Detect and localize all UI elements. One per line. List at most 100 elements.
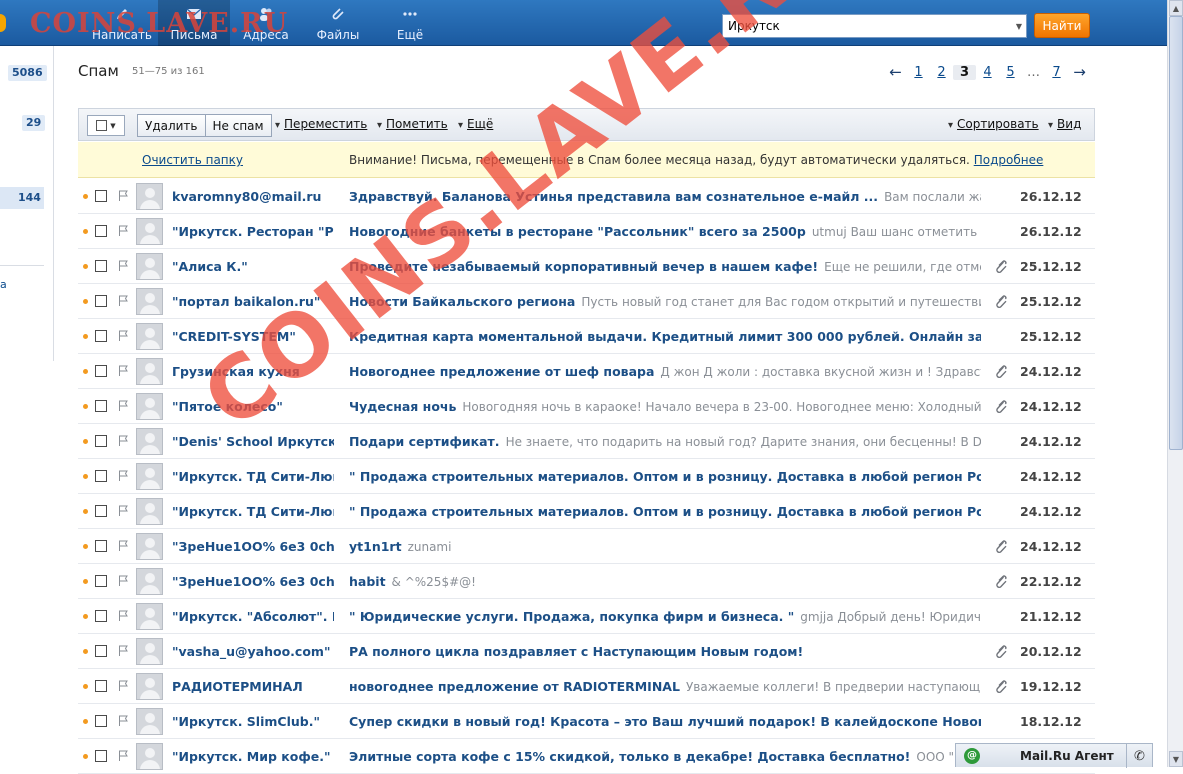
subject-line[interactable]: Новости Байкальского региона Пусть новый … xyxy=(349,294,981,309)
subject-line[interactable]: РА полного цикла поздравляет с Наступающ… xyxy=(349,644,981,659)
message-row[interactable]: "Алиса К." Проведите незабываемый корпора… xyxy=(78,249,1095,284)
pager-prev-icon[interactable]: ← xyxy=(884,63,907,81)
sender[interactable]: "CREDIT-SYSTEM" xyxy=(172,329,334,344)
sender[interactable]: "ЗреНue1OO% 6e3 0chkol" xyxy=(172,574,334,589)
flag-icon[interactable] xyxy=(118,575,129,587)
view-menu[interactable]: Вид xyxy=(1048,117,1081,131)
flag-icon[interactable] xyxy=(118,330,129,342)
scroll-thumb[interactable] xyxy=(1169,16,1183,450)
sender[interactable]: "ЗреНue1OO% 6e3 0chkol" xyxy=(172,539,334,554)
row-checkbox[interactable] xyxy=(95,540,107,552)
subject-line[interactable]: Элитные сорта кофе с 15% скидкой, только… xyxy=(349,749,981,764)
message-row[interactable]: kvaromny80@mail.ru Здравствуй. Баланова У… xyxy=(78,179,1095,214)
row-checkbox[interactable] xyxy=(95,715,107,727)
row-checkbox[interactable] xyxy=(95,400,107,412)
flag-icon[interactable] xyxy=(118,750,129,762)
message-row[interactable]: "Иркутск. Мир кофе." Элитные сорта кофе с… xyxy=(78,739,1095,774)
flag-icon[interactable] xyxy=(118,400,129,412)
flag-icon[interactable] xyxy=(118,435,129,447)
delete-button[interactable]: Удалить xyxy=(137,114,206,137)
row-checkbox[interactable] xyxy=(95,680,107,692)
row-checkbox[interactable] xyxy=(95,225,107,237)
sender[interactable]: "Иркутск. ТД Сити-Люкс." xyxy=(172,504,334,519)
clear-folder-link[interactable]: Очистить папку xyxy=(142,153,243,167)
move-menu[interactable]: Переместить xyxy=(275,117,367,131)
message-row[interactable]: "Иркутск. SlimClub." Супер скидки в новый… xyxy=(78,704,1095,739)
message-row[interactable]: "CREDIT-SYSTEM" Кредитная карта моменталь… xyxy=(78,319,1095,354)
nav-contacts[interactable]: Адреса xyxy=(230,0,302,46)
row-checkbox[interactable] xyxy=(95,505,107,517)
not-spam-button[interactable]: Не спам xyxy=(205,114,272,137)
sender[interactable]: "Denis' School Иркутск" xyxy=(172,434,334,449)
sender[interactable]: "vasha_u@yahoo.com" xyxy=(172,644,334,659)
message-row[interactable]: "Иркутск. ТД Сити-Люкс." " Продажа строит… xyxy=(78,494,1095,529)
message-row[interactable]: "ЗреНue1OO% 6e3 0chkol" habit & ^%25$#@! 22… xyxy=(78,564,1095,599)
subject-line[interactable]: Новогодние банкеты в ресторане "Рассольн… xyxy=(349,224,981,239)
search-box[interactable]: ▼ xyxy=(722,14,1027,38)
message-row[interactable]: "vasha_u@yahoo.com" РА полного цикла позд… xyxy=(78,634,1095,669)
subject-line[interactable]: Здравствуй. Баланова Устинья представила… xyxy=(349,189,981,204)
subject-line[interactable]: Проведите незабываемый корпоративный веч… xyxy=(349,259,981,274)
notice-more-link[interactable]: Подробнее xyxy=(974,153,1044,167)
nav-compose[interactable]: Написать xyxy=(86,0,158,46)
subject-line[interactable]: Кредитная карта моментальной выдачи. Кре… xyxy=(349,329,981,344)
flag-icon[interactable] xyxy=(118,365,129,377)
sender[interactable]: "Иркутск. ТД Сити-Люкс." xyxy=(172,469,334,484)
pager-page-5[interactable]: 5 xyxy=(999,65,1022,80)
phone-icon[interactable]: ✆ xyxy=(1126,744,1152,768)
subject-line[interactable]: Новогоднее предложение от шеф повара Д жо… xyxy=(349,364,981,379)
mark-menu[interactable]: Пометить xyxy=(377,117,448,131)
flag-icon[interactable] xyxy=(118,645,129,657)
message-row[interactable]: "ЗреНue1OO% 6e3 0chkol" yt1n1rt zunami 24.1… xyxy=(78,529,1095,564)
message-row[interactable]: Грузинская кухня Новогоднее предложение о… xyxy=(78,354,1095,389)
search-input[interactable] xyxy=(723,16,1012,36)
sender[interactable]: "Иркутск. Мир кофе." xyxy=(172,749,334,764)
sender[interactable]: "портал baikalon.ru" xyxy=(172,294,334,309)
message-row[interactable]: "Пятое колесо" Чудесная ночь Новогодняя но… xyxy=(78,389,1095,424)
message-row[interactable]: "Denis' School Иркутск" Подари сертификат… xyxy=(78,424,1095,459)
search-dropdown-icon[interactable]: ▼ xyxy=(1012,15,1026,37)
row-checkbox[interactable] xyxy=(95,435,107,447)
sender[interactable]: "Алиса К." xyxy=(172,259,334,274)
pager-page-4[interactable]: 4 xyxy=(976,65,999,80)
row-checkbox[interactable] xyxy=(95,610,107,622)
subject-line[interactable]: Супер скидки в новый год! Красота – это … xyxy=(349,714,981,729)
sidebar-link-fragment[interactable]: а xyxy=(0,278,7,291)
sender[interactable]: "Иркутск. "Абсолют". Юр" xyxy=(172,609,334,624)
flag-icon[interactable] xyxy=(118,260,129,272)
search-button[interactable]: Найти xyxy=(1034,13,1090,38)
message-row[interactable]: "Иркутск. "Абсолют". Юр" " Юридические ус… xyxy=(78,599,1095,634)
subject-line[interactable]: Подари сертификат. Не знаете, что подарит… xyxy=(349,434,981,449)
subject-line[interactable]: yt1n1rt zunami xyxy=(349,539,981,554)
row-checkbox[interactable] xyxy=(95,190,107,202)
row-checkbox[interactable] xyxy=(95,470,107,482)
subject-line[interactable]: habit & ^%25$#@! xyxy=(349,574,981,589)
flag-icon[interactable] xyxy=(118,295,129,307)
select-all-checkbox[interactable]: ▼ xyxy=(87,115,125,136)
flag-icon[interactable] xyxy=(118,715,129,727)
page-scrollbar[interactable]: ▲ ▼ xyxy=(1167,0,1183,767)
sender[interactable]: kvaromny80@mail.ru xyxy=(172,189,334,204)
pager-page-1[interactable]: 1 xyxy=(907,65,930,80)
message-row[interactable]: "портал baikalon.ru" Новости Байкальского… xyxy=(78,284,1095,319)
sender[interactable]: Грузинская кухня xyxy=(172,364,334,379)
pager-page-2[interactable]: 2 xyxy=(930,65,953,80)
row-checkbox[interactable] xyxy=(95,365,107,377)
subject-line[interactable]: Чудесная ночь Новогодняя ночь в караоке! … xyxy=(349,399,981,414)
sender[interactable]: РАДИОТЕРМИНАЛ xyxy=(172,679,334,694)
sidebar-counter-sent[interactable]: 29 xyxy=(22,115,46,131)
sender[interactable]: "Иркутск. SlimClub." xyxy=(172,714,334,729)
nav-files[interactable]: Файлы xyxy=(302,0,374,46)
scroll-up-icon[interactable]: ▲ xyxy=(1169,0,1183,16)
subject-line[interactable]: новогоднее предложение от RADIOTERMINAL У… xyxy=(349,679,981,694)
row-checkbox[interactable] xyxy=(95,575,107,587)
row-checkbox[interactable] xyxy=(95,750,107,762)
nav-more[interactable]: Ещё xyxy=(374,0,446,46)
message-row[interactable]: РАДИОТЕРМИНАЛ новогоднее предложение от R… xyxy=(78,669,1095,704)
pager-next-icon[interactable]: → xyxy=(1068,63,1091,81)
flag-icon[interactable] xyxy=(118,540,129,552)
logo[interactable] xyxy=(0,14,6,32)
row-checkbox[interactable] xyxy=(95,295,107,307)
sender[interactable]: "Пятое колесо" xyxy=(172,399,334,414)
flag-icon[interactable] xyxy=(118,610,129,622)
